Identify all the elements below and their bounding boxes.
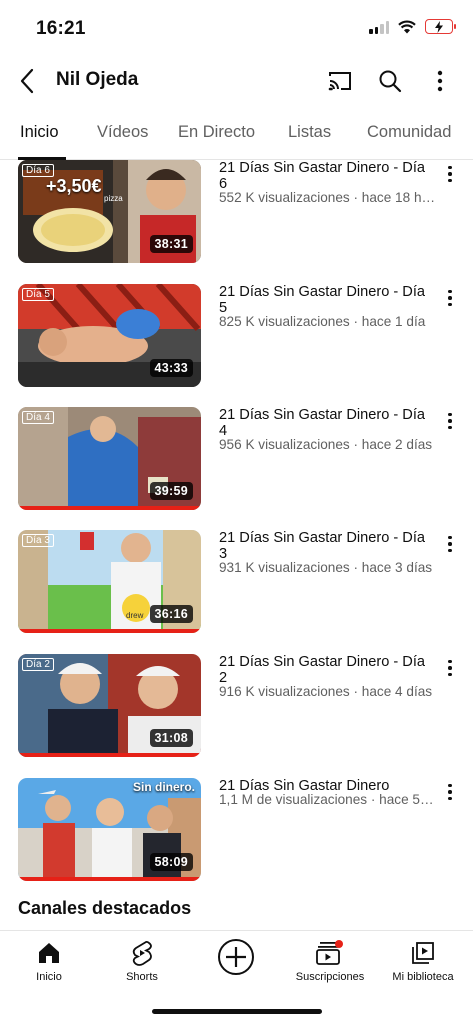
video-meta: 1,1 M de visualizaciones · hace 5 días (219, 792, 437, 807)
status-time: 16:21 (36, 18, 86, 39)
subscriptions-icon (316, 940, 343, 965)
nav-subscriptions-label: Suscripciones (295, 971, 365, 983)
video-thumbnail[interactable]: Día 2 31:08 (18, 654, 201, 757)
video-more-button[interactable] (440, 532, 460, 556)
back-arrow-icon (20, 68, 34, 94)
channel-header: Nil Ojeda (0, 56, 473, 106)
nav-home[interactable]: Inicio (2, 939, 96, 983)
thumbnail-day-tag: Día 3 (22, 534, 54, 547)
back-button[interactable] (12, 64, 42, 98)
video-title[interactable]: 21 Días Sin Gastar Dinero - Día 2 (219, 654, 433, 686)
cast-button[interactable] (324, 65, 356, 97)
thumbnail-price-overlay: +3,50€ (46, 176, 102, 196)
video-title[interactable]: 21 Días Sin Gastar Dinero - Día 5 (219, 284, 433, 316)
create-plus-icon (218, 939, 254, 975)
nav-library[interactable]: Mi biblioteca (376, 939, 470, 983)
search-button[interactable] (374, 65, 406, 97)
video-meta: 931 K visualizaciones · hace 3 días (219, 560, 433, 575)
tab-listas[interactable]: Listas (288, 123, 331, 142)
battery-charging-icon (425, 19, 456, 34)
thumbnail-caption: pizza (104, 194, 123, 203)
more-options-button[interactable] (424, 65, 456, 97)
watch-progress-bar (18, 629, 201, 633)
video-more-button[interactable] (440, 656, 460, 680)
video-duration: 39:59 (149, 482, 193, 500)
tab-comunidad[interactable]: Comunidad (367, 123, 451, 142)
thumbnail-day-tag: Día 2 (22, 658, 54, 671)
video-more-button[interactable] (440, 409, 460, 433)
video-duration: 36:16 (149, 605, 193, 623)
thumbnail-day-tag: Día 5 (22, 288, 54, 301)
video-duration: 58:09 (149, 853, 193, 871)
video-duration: 38:31 (149, 235, 193, 253)
video-item[interactable]: Día 2 31:08 21 Días Sin Gastar Dinero - … (0, 654, 473, 777)
thumbnail-text-overlay: Sin dinero. (132, 780, 195, 794)
status-bar: 16:21 (0, 0, 473, 56)
wifi-icon (398, 20, 416, 33)
nav-shorts[interactable]: Shorts (95, 939, 189, 983)
nav-home-label: Inicio (36, 971, 62, 983)
library-icon (412, 942, 434, 964)
shorts-icon (132, 940, 152, 966)
video-duration: 31:08 (149, 729, 193, 747)
nav-create[interactable] (189, 937, 283, 977)
video-meta: 825 K visualizaciones · hace 1 día (219, 314, 426, 329)
home-indicator[interactable] (152, 1009, 322, 1014)
video-thumbnail[interactable]: Sin dinero. 58:09 (18, 778, 201, 881)
channel-tabs: Inicio Vídeos En Directo Listas Comunida… (0, 108, 473, 160)
video-more-button[interactable] (440, 286, 460, 310)
video-duration: 43:33 (149, 359, 193, 377)
more-vert-icon (437, 70, 443, 92)
video-meta: 916 K visualizaciones · hace 4 días (219, 684, 433, 699)
video-title[interactable]: 21 Días Sin Gastar Dinero - Día 3 (219, 530, 433, 562)
tab-videos[interactable]: Vídeos (97, 123, 148, 142)
video-thumbnail[interactable]: Día 4 39:59 (18, 407, 201, 510)
video-meta: 552 K visualizaciones · hace 18 horas (219, 190, 437, 205)
cast-icon (328, 72, 351, 91)
watch-progress-bar (18, 753, 201, 757)
video-more-button[interactable] (440, 780, 460, 804)
nav-library-label: Mi biblioteca (392, 971, 454, 983)
video-item[interactable]: Día 4 39:59 21 Días Sin Gastar Dinero - … (0, 407, 473, 530)
thumbnail-day-tag: Día 4 (22, 411, 54, 424)
video-thumbnail[interactable]: Día 6 +3,50€ pizza 38:31 (18, 160, 201, 263)
nav-subscriptions[interactable]: Suscripciones (283, 939, 377, 983)
thumbnail-caption: drew (126, 611, 144, 620)
cellular-signal-icon (369, 20, 389, 34)
status-icons (369, 19, 456, 34)
tab-inicio[interactable]: Inicio (20, 123, 59, 142)
video-more-button[interactable] (440, 162, 460, 186)
video-title[interactable]: 21 Días Sin Gastar Dinero - Día 6 (219, 160, 433, 192)
watch-progress-bar (18, 877, 201, 881)
tab-en-directo[interactable]: En Directo (178, 123, 255, 142)
video-title[interactable]: 21 Días Sin Gastar Dinero - Día 4 (219, 407, 433, 439)
video-item[interactable]: Sin dinero. 58:09 21 Días Sin Gastar Din… (0, 778, 473, 901)
search-icon (379, 70, 402, 93)
channel-title: Nil Ojeda (56, 69, 139, 90)
nav-shorts-label: Shorts (126, 971, 158, 983)
video-thumbnail[interactable]: Día 3 drew 36:16 (18, 530, 201, 633)
home-icon (39, 943, 59, 963)
video-item[interactable]: Día 5 43:33 21 Días Sin Gastar Dinero - … (0, 284, 473, 407)
video-item[interactable]: Día 3 drew 36:16 21 Días Sin Gastar Dine… (0, 530, 473, 653)
video-thumbnail[interactable]: Día 5 43:33 (18, 284, 201, 387)
featured-channels-heading: Canales destacados (18, 898, 192, 918)
watch-progress-bar (18, 506, 201, 510)
video-item[interactable]: Día 6 +3,50€ pizza 38:31 21 Días Sin Gas… (0, 160, 473, 283)
video-meta: 956 K visualizaciones · hace 2 días (219, 437, 433, 452)
